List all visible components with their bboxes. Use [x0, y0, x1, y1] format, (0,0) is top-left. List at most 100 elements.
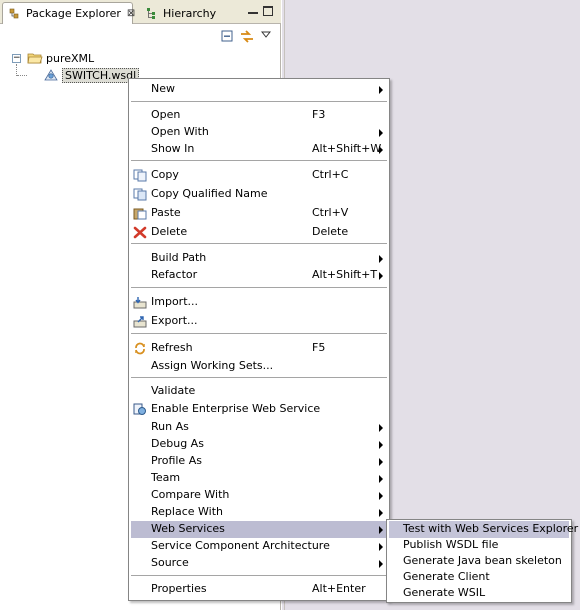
menu-item-shortcut: Alt+Shift+W	[312, 142, 382, 155]
paste-icon	[133, 207, 147, 220]
tree-item-label: pureXML	[46, 51, 95, 65]
export-icon	[133, 315, 147, 328]
tab-label: Hierarchy	[163, 6, 217, 20]
submenu-arrow-icon	[379, 129, 383, 137]
menu-item-delete[interactable]: Delete Delete	[131, 224, 387, 241]
submenu-item-generate-java-bean-skeleton[interactable]: Generate Java bean skeleton	[389, 553, 569, 570]
menu-item-label: Open	[151, 108, 181, 121]
submenu-arrow-icon	[379, 86, 383, 94]
menu-item-source[interactable]: Source	[131, 555, 387, 572]
tree-item-file[interactable]: SWITCH.wsdl	[43, 67, 140, 83]
submenu-arrow-icon	[379, 272, 383, 280]
menu-item-label: New	[151, 82, 175, 95]
menu-item-web-services[interactable]: Web Services	[131, 521, 387, 538]
menu-item-label: Service Component Architecture	[151, 539, 330, 552]
menu-item-label: Generate Client	[403, 570, 490, 583]
tree-item-project[interactable]: pureXML	[27, 50, 94, 66]
menu-item-label: Enable Enterprise Web Service	[151, 402, 321, 415]
menu-separator	[131, 333, 387, 334]
menu-item-open[interactable]: Open F3	[131, 107, 387, 124]
submenu-arrow-icon	[379, 255, 383, 263]
menu-item-compare-with[interactable]: Compare With	[131, 487, 387, 504]
menu-item-label: Copy Qualified Name	[151, 187, 268, 200]
view-menu-chevron-down-icon[interactable]	[260, 30, 274, 43]
menu-item-profile-as[interactable]: Profile As	[131, 453, 387, 470]
submenu-arrow-icon	[379, 441, 383, 449]
submenu-arrow-icon	[379, 509, 383, 517]
project-folder-icon	[27, 51, 43, 65]
submenu-arrow-icon	[379, 560, 383, 568]
submenu-arrow-icon	[379, 146, 383, 154]
menu-item-copy[interactable]: Copy Ctrl+C	[131, 167, 387, 184]
submenu-arrow-icon	[379, 458, 383, 466]
menu-separator	[131, 377, 387, 378]
menu-item-label: Open With	[151, 125, 209, 138]
menu-item-label: Run As	[151, 420, 189, 433]
tab-hierarchy[interactable]: Hierarchy	[140, 2, 218, 24]
menu-item-open-with[interactable]: Open With	[131, 124, 387, 141]
menu-item-label: Replace With	[151, 505, 223, 518]
menu-item-label: Test with Web Services Explorer	[403, 522, 579, 535]
menu-item-enable-enterprise-web-service[interactable]: Enable Enterprise Web Service	[131, 401, 387, 418]
web-services-submenu: Test with Web Services Explorer Publish …	[386, 519, 578, 603]
menu-item-replace-with[interactable]: Replace With	[131, 504, 387, 521]
menu-item-label: Source	[151, 556, 189, 569]
menu-item-properties[interactable]: Properties Alt+Enter	[131, 581, 387, 598]
menu-item-label: Export...	[151, 314, 198, 327]
close-icon[interactable]: ⊠	[127, 8, 135, 19]
menu-item-shortcut: F5	[312, 341, 326, 354]
menu-separator	[131, 160, 387, 161]
refresh-icon	[133, 342, 147, 355]
menu-item-export[interactable]: Export...	[131, 313, 387, 330]
submenu-arrow-icon	[379, 543, 383, 551]
menu-item-refresh[interactable]: Refresh F5	[131, 340, 387, 357]
menu-item-paste[interactable]: Paste Ctrl+V	[131, 205, 387, 222]
delete-icon	[133, 226, 147, 239]
submenu-item-generate-wsil[interactable]: Generate WSIL	[389, 585, 569, 602]
menu-item-validate[interactable]: Validate	[131, 383, 387, 400]
submenu-item-test-with-web-services-explorer[interactable]: Test with Web Services Explorer	[389, 521, 578, 538]
menu-item-shortcut: Alt+Enter	[312, 582, 366, 595]
submenu-item-generate-client[interactable]: Generate Client	[389, 569, 569, 586]
menu-item-label: Refresh	[151, 341, 193, 354]
collapse-all-icon[interactable]	[221, 30, 234, 43]
menu-item-shortcut: Delete	[312, 225, 349, 238]
menu-item-label: Web Services	[151, 522, 225, 535]
menu-item-assign-working-sets[interactable]: Assign Working Sets...	[131, 358, 387, 375]
link-with-editor-icon[interactable]	[240, 30, 253, 43]
view-tab-strip: Package Explorer ⊠ Hierarchy	[0, 0, 281, 24]
submenu-item-publish-wsdl-file[interactable]: Publish WSDL file	[389, 537, 569, 554]
context-menu: New Open F3 Open With Show In Alt+Shift+…	[128, 78, 390, 601]
menu-item-label: Team	[151, 471, 181, 484]
menu-item-build-path[interactable]: Build Path	[131, 250, 387, 267]
tab-package-explorer[interactable]: Package Explorer ⊠	[2, 2, 135, 24]
menu-item-label: Profile As	[151, 454, 202, 467]
menu-item-label: Copy	[151, 168, 179, 181]
menu-item-show-in[interactable]: Show In Alt+Shift+W	[131, 141, 387, 158]
tree-collapse-toggle[interactable]: −	[12, 54, 21, 63]
menu-item-label: Compare With	[151, 488, 230, 501]
menu-item-new[interactable]: New	[131, 81, 387, 98]
import-icon	[133, 296, 147, 309]
menu-separator	[131, 575, 387, 576]
menu-item-label: Generate WSIL	[403, 586, 486, 599]
menu-item-run-as[interactable]: Run As	[131, 419, 387, 436]
menu-item-label: Paste	[151, 206, 181, 219]
submenu-arrow-icon	[379, 424, 383, 432]
menu-item-service-component-architecture[interactable]: Service Component Architecture	[131, 538, 387, 555]
menu-item-copy-qualified-name[interactable]: Copy Qualified Name	[131, 186, 387, 203]
menu-item-debug-as[interactable]: Debug As	[131, 436, 387, 453]
menu-item-label: Debug As	[151, 437, 204, 450]
tab-label: Package Explorer	[26, 7, 121, 20]
menu-item-label: Show In	[151, 142, 195, 155]
tree-connector	[17, 75, 27, 76]
menu-item-label: Delete	[151, 225, 188, 238]
menu-item-team[interactable]: Team	[131, 470, 387, 487]
minimize-icon[interactable]	[248, 6, 258, 14]
maximize-icon[interactable]	[263, 6, 273, 16]
menu-item-refactor[interactable]: Refactor Alt+Shift+T	[131, 267, 387, 284]
menu-item-import[interactable]: Import...	[131, 294, 387, 311]
menu-item-shortcut: F3	[312, 108, 326, 121]
package-explorer-icon	[9, 8, 21, 20]
menu-item-label: Import...	[151, 295, 198, 308]
